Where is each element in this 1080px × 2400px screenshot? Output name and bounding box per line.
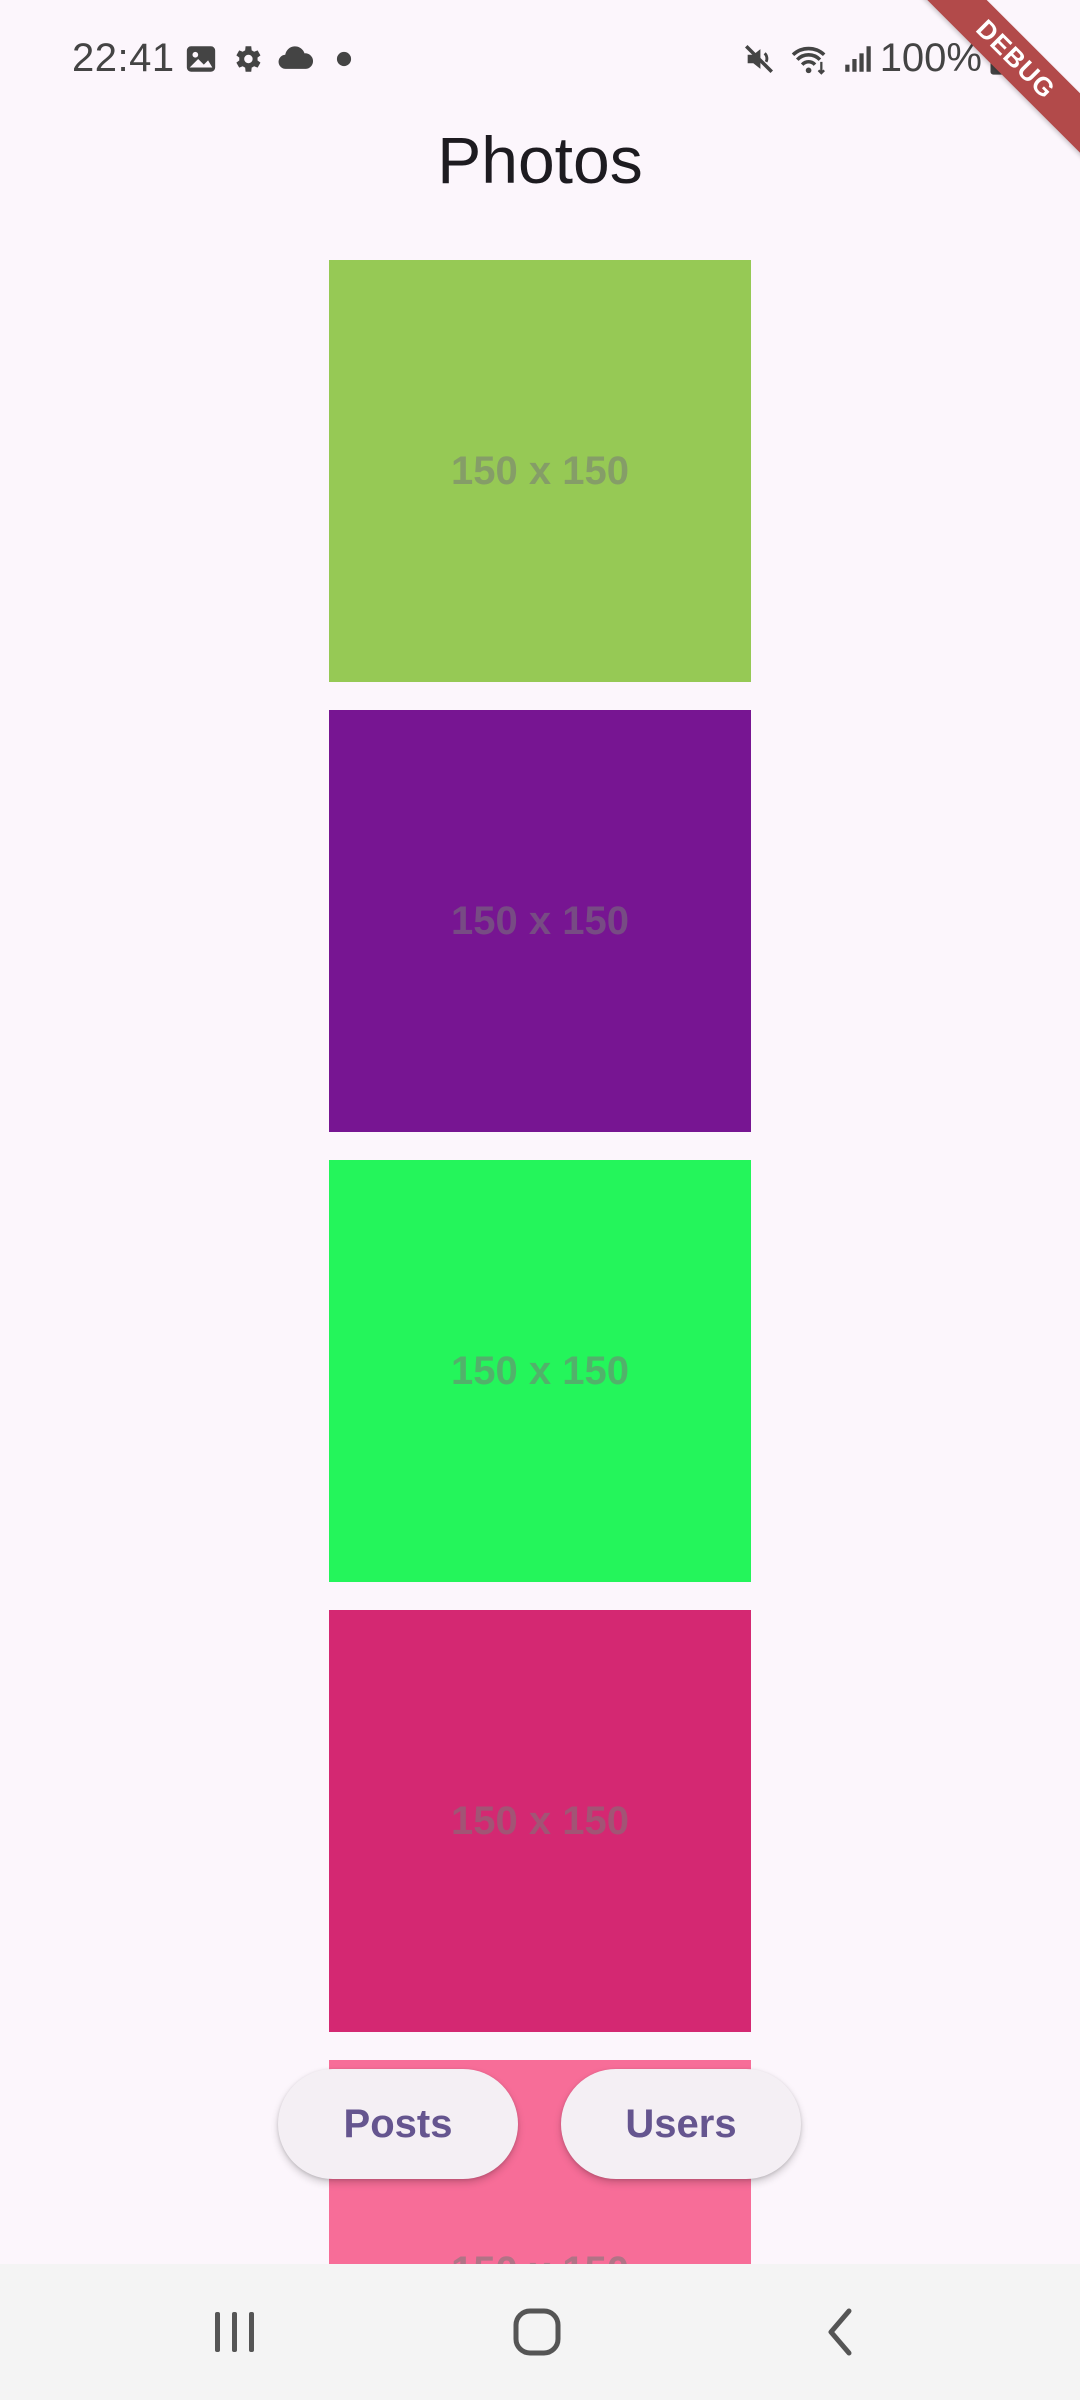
posts-button-label: Posts [343, 2101, 453, 2146]
recent-apps-icon [215, 2312, 254, 2352]
battery-percent: 100% [879, 36, 982, 80]
photo-tile[interactable]: 150 x 150 [329, 1160, 751, 1582]
status-time: 22:41 [72, 36, 175, 80]
photo-tile[interactable]: 150 x 150 [329, 260, 751, 682]
home-button[interactable] [457, 2264, 617, 2400]
photo-placeholder-label: 150 x 150 [451, 448, 629, 493]
photo-tile[interactable]: 150 x 150 [329, 710, 751, 1132]
photo-placeholder-label: 150 x 150 [451, 2249, 629, 2264]
recent-apps-button[interactable] [155, 2264, 315, 2400]
signal-icon [845, 46, 871, 72]
dot-icon [336, 51, 352, 67]
page-title: Photos [437, 123, 643, 197]
users-button-label: Users [625, 2101, 737, 2146]
system-navigation-bar [0, 2264, 1080, 2400]
gear-icon [236, 46, 261, 72]
users-button[interactable]: Users [561, 2069, 801, 2179]
status-bar: 22:41 100% [0, 0, 1080, 120]
cloud-icon [278, 46, 314, 69]
photo-placeholder-label: 150 x 150 [451, 1348, 629, 1393]
photo-placeholder-label: 150 x 150 [451, 1798, 629, 1843]
wifi-icon [791, 46, 826, 75]
back-button[interactable] [760, 2264, 920, 2400]
photo-placeholder-label: 150 x 150 [451, 898, 629, 943]
home-icon [513, 2308, 561, 2356]
mute-icon [744, 44, 774, 74]
posts-button[interactable]: Posts [278, 2069, 518, 2179]
photo-tile[interactable]: 150 x 150 [329, 1610, 751, 2032]
image-icon [186, 46, 216, 72]
back-icon [828, 2308, 852, 2356]
